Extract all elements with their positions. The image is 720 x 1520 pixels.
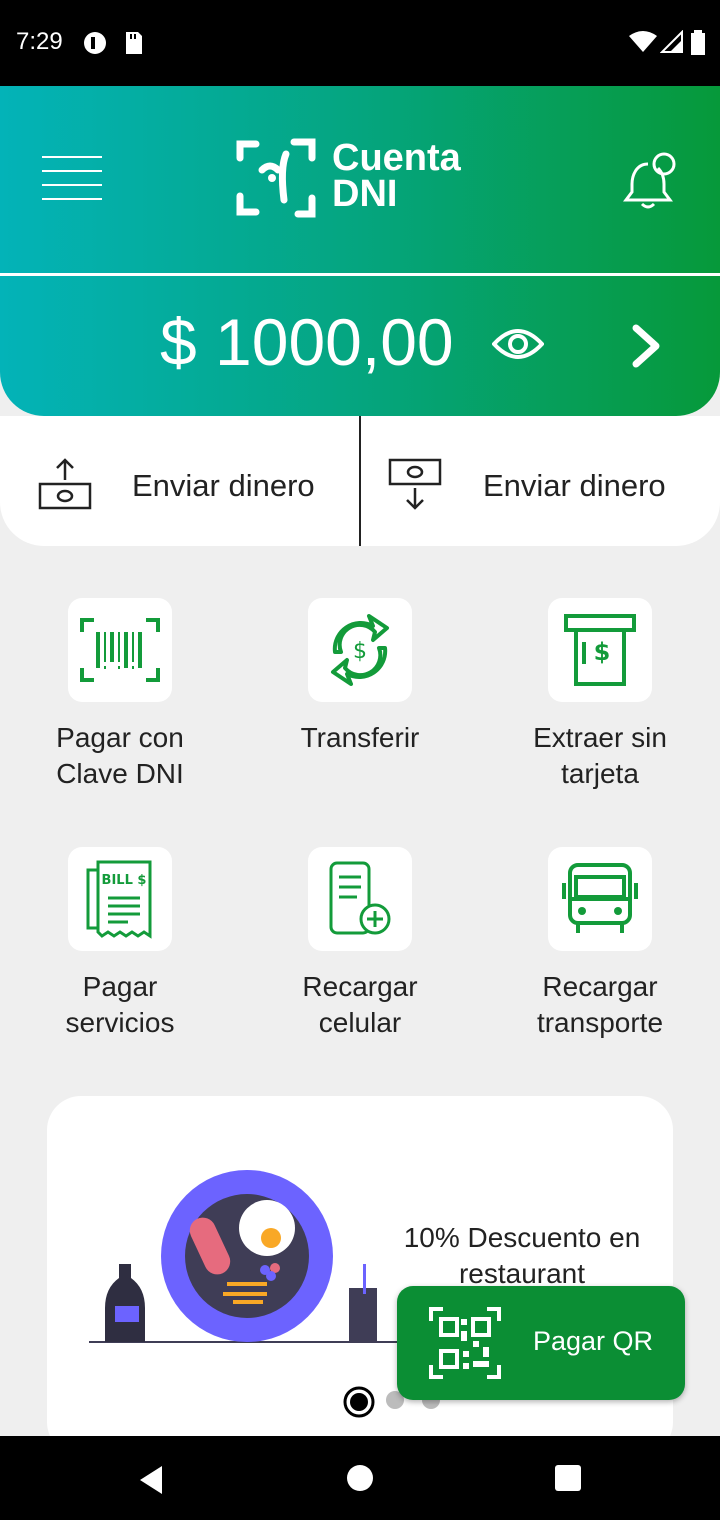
status-time: 7:29 [16, 28, 63, 55]
system-nav-bar [0, 1436, 720, 1520]
recharge-transport-label: Recargar transporte [536, 971, 664, 1038]
notification-bell-icon[interactable] [620, 152, 676, 212]
recharge-phone-button[interactable]: Recargar celular [260, 847, 460, 1041]
sd-card-icon [126, 32, 142, 54]
receive-money-label: Enviar dinero [483, 468, 666, 503]
chevron-right-icon[interactable] [630, 324, 662, 368]
back-icon[interactable] [136, 1464, 166, 1496]
send-money-label: Enviar dinero [132, 468, 315, 503]
recharge-transport-tile [548, 847, 652, 951]
bus-icon [562, 863, 638, 933]
header-divider [0, 273, 720, 276]
shield-icon [84, 32, 106, 54]
pay-services-tile: BILL $ [68, 847, 172, 951]
barcode-icon [80, 618, 160, 682]
recents-icon[interactable] [554, 1464, 582, 1492]
transfer-tile: $ [308, 598, 412, 702]
pay-with-dni-key-label: Pagar con Clave DNI [56, 722, 184, 789]
actions-divider [359, 416, 361, 546]
pay-tile [68, 598, 172, 702]
transfer-button[interactable]: $ Transferir [260, 598, 460, 756]
pay-services-label: Pagar servicios [65, 971, 175, 1038]
recharge-phone-tile [308, 847, 412, 951]
pay-qr-button[interactable]: Pagar QR [397, 1286, 685, 1400]
balance-amount: $ 1000,00 [160, 305, 454, 379]
promo-text: 10% Descuento en restaurant [403, 1222, 641, 1289]
withdraw-label: Extraer sin tarjeta [533, 722, 667, 789]
phone-recharge-icon [329, 861, 391, 935]
food-illustration [89, 1170, 417, 1343]
wifi-icon [629, 31, 657, 52]
logo-line-2: DNI [332, 173, 398, 215]
svg-text:BILL $: BILL $ [102, 873, 147, 888]
logo-line-1: Cuenta [332, 137, 461, 179]
transfer-label: Transferir [300, 722, 420, 753]
pay-qr-label: Pagar QR [533, 1326, 654, 1356]
receive-money-button[interactable]: Enviar dinero [388, 454, 708, 514]
bill-icon: BILL $ [86, 860, 152, 939]
atm-icon: $ [564, 614, 636, 686]
recharge-phone-label: Recargar celular [302, 971, 418, 1038]
send-money-button[interactable]: Enviar dinero [38, 454, 348, 514]
face-id-icon [236, 138, 316, 218]
recharge-transport-button[interactable]: Recargar transporte [500, 847, 700, 1041]
receive-money-icon [388, 458, 442, 510]
withdraw-tile: $ [548, 598, 652, 702]
eye-icon[interactable] [492, 326, 544, 362]
home-icon[interactable] [346, 1464, 374, 1492]
pay-services-button[interactable]: BILL $ Pagar servicios [20, 847, 220, 1041]
quick-actions-card: Enviar dinero Enviar dinero [0, 416, 720, 546]
cuenta-dni-logo: Cuenta DNI [236, 136, 496, 226]
status-bar: 7:29 [0, 0, 720, 86]
send-money-icon [38, 458, 92, 510]
svg-text:$: $ [353, 639, 367, 664]
header: Cuenta DNI $ 1000,00 [0, 86, 720, 416]
signal-icon [660, 30, 683, 53]
transfer-icon: $ [331, 614, 389, 686]
withdraw-without-card-button[interactable]: $ Extraer sin tarjeta [500, 598, 700, 792]
pay-with-dni-key-button[interactable]: Pagar con Clave DNI [20, 598, 220, 792]
qr-code-icon [429, 1307, 501, 1379]
menu-button[interactable] [42, 156, 102, 206]
svg-text:$: $ [594, 638, 611, 666]
battery-icon [691, 30, 705, 55]
promo-banner[interactable]: 10% Descuento en restaurant [47, 1096, 673, 1456]
logo-text: Cuenta DNI [332, 137, 461, 215]
